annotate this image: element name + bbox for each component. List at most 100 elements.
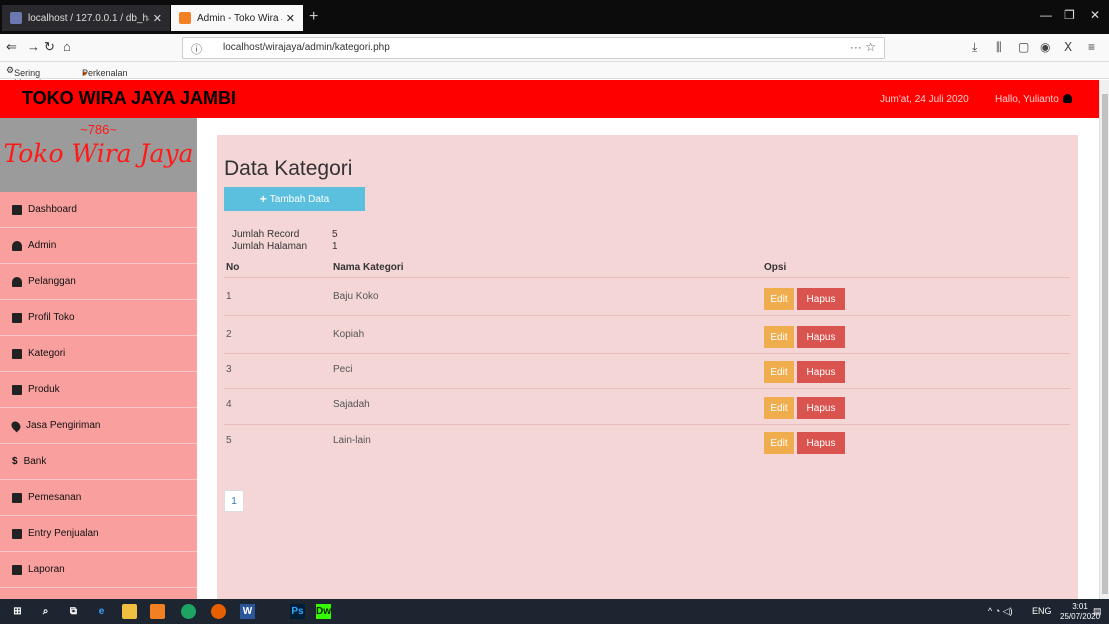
sidebar-item-bank[interactable]: $ Bank (0, 444, 197, 480)
home-icon[interactable]: ⌂ (63, 39, 71, 54)
edit-button[interactable]: Edit (764, 432, 794, 454)
sidebar-item-kategori[interactable]: Kategori (0, 336, 197, 372)
sidebar-item-dashboard[interactable]: Dashboard (0, 192, 197, 228)
sidebar-item-pemesanan[interactable]: Pemesanan (0, 480, 197, 516)
edit-button[interactable]: Edit (764, 361, 794, 383)
download-icon[interactable]: ⤓ (972, 40, 977, 55)
table-divider (224, 388, 1070, 389)
column-header-opsi: Opsi (764, 262, 787, 273)
sidebar-item-label: Profil Toko (28, 312, 75, 323)
sidebar-item-laporan[interactable]: Laporan (0, 552, 197, 588)
task-view-icon[interactable]: ⧉ (66, 604, 81, 619)
dollar-icon: $ (12, 456, 18, 467)
add-data-button[interactable]: + Tambah Data (224, 187, 365, 211)
edit-button[interactable]: Edit (764, 326, 794, 348)
library-icon[interactable]: ⫼ (996, 40, 1002, 55)
window-close-icon[interactable]: ✕ (1090, 8, 1100, 22)
extension-icon[interactable]: Ⅹ (1064, 40, 1072, 54)
users-icon (12, 276, 22, 287)
row-no: 5 (226, 435, 232, 446)
table-divider (224, 277, 1070, 278)
user-icon (12, 240, 22, 251)
minimize-icon[interactable]: — (1040, 8, 1052, 22)
page-scrollbar[interactable] (1099, 80, 1109, 599)
pagination-page[interactable]: 1 (224, 490, 244, 512)
sidebar-item-pelanggan[interactable]: Pelanggan (0, 264, 197, 300)
language-indicator[interactable]: ENG (1032, 606, 1052, 616)
add-data-label: Tambah Data (269, 193, 330, 205)
xampp-favicon-icon (179, 12, 191, 24)
page-actions-icon[interactable]: ··· ☆ (850, 40, 876, 54)
scrollbar-thumb[interactable] (1102, 94, 1108, 594)
sidebar-item-label: Kategori (28, 348, 66, 359)
table-divider (224, 315, 1070, 316)
bookmark-label: Perkenalan (82, 68, 128, 78)
header-user-menu[interactable]: Hallo, Yulianto (995, 94, 1072, 105)
url-text: localhost/wirajaya/admin/kategori.php (223, 42, 390, 53)
edit-button[interactable]: Edit (764, 397, 794, 419)
chrome-icon[interactable] (181, 604, 196, 619)
back-icon[interactable]: ⇐ (6, 39, 17, 55)
windows-start-icon[interactable]: ⊞ (10, 604, 25, 619)
site-brand[interactable]: TOKO WIRA JAYA JAMBI (22, 88, 236, 109)
table-icon (12, 312, 22, 323)
delete-button[interactable]: Hapus (797, 397, 845, 419)
dreamweaver-icon[interactable]: Dw (316, 604, 331, 619)
sidebar-item-entry-penjualan[interactable]: Entry Penjualan (0, 516, 197, 552)
windows-taskbar: ⊞ ⌕ ⧉ e W Ps Dw ^ ◔ ◁) ENG 3:01 25/07/20… (0, 599, 1109, 624)
tab-close-icon[interactable]: ✕ (153, 12, 162, 25)
word-icon[interactable]: W (240, 604, 255, 619)
sidebar-item-label: Dashboard (28, 204, 77, 215)
edge-icon[interactable]: e (94, 604, 109, 619)
briefcase-icon (12, 384, 22, 395)
system-tray-icons[interactable]: ^ ◔ ◁) (988, 606, 1013, 617)
row-category-name: Baju Koko (333, 291, 379, 302)
account-icon[interactable]: ◉ (1040, 40, 1050, 54)
edit-button[interactable]: Edit (764, 288, 794, 310)
bookmark-sering-mampir[interactable]: ⚙ Sering Mampir (6, 65, 44, 88)
url-bar[interactable]: ⓘ localhost/wirajaya/admin/kategori.php … (182, 37, 885, 59)
site-header: TOKO WIRA JAYA JAMBI Jum'at, 24 Juli 202… (0, 80, 1099, 118)
tab-admin[interactable]: Admin - Toko Wira Jaya Jambi ✕ (171, 5, 303, 31)
sidebar-icon[interactable]: ▢ (1018, 40, 1029, 54)
page-title: Data Kategori (224, 157, 353, 180)
site-info-icon[interactable]: ⓘ (191, 41, 202, 57)
delete-button[interactable]: Hapus (797, 288, 845, 310)
menu-icon[interactable]: ≡ (1088, 40, 1095, 54)
record-count-label: Jumlah Record (232, 229, 300, 240)
monitor-icon (12, 204, 22, 215)
sidebar-item-label: Jasa Pengiriman (26, 420, 101, 431)
row-no: 3 (226, 364, 232, 375)
delete-button[interactable]: Hapus (797, 361, 845, 383)
search-icon[interactable]: ⌕ (38, 604, 53, 619)
sidebar-item-jasa-pengiriman[interactable]: Jasa Pengiriman (0, 408, 197, 444)
xampp-icon[interactable] (150, 604, 165, 619)
new-tab-button[interactable]: + (309, 8, 318, 26)
list-icon (12, 348, 22, 359)
sidebar-item-label: Admin (28, 240, 57, 251)
delete-button[interactable]: Hapus (797, 326, 845, 348)
sidebar-item-label: Pemesanan (28, 492, 82, 503)
plus-icon: + (259, 192, 267, 206)
sidebar-item-produk[interactable]: Produk (0, 372, 197, 408)
sidebar-item-label: Pelanggan (28, 276, 76, 287)
map-marker-icon (9, 419, 23, 432)
sidebar-item-profil-toko[interactable]: Profil Toko (0, 300, 197, 336)
forward-icon[interactable]: → (27, 39, 40, 54)
user-icon (1062, 94, 1072, 103)
firefox-icon[interactable] (211, 604, 226, 619)
file-explorer-icon[interactable] (122, 604, 137, 619)
photoshop-icon[interactable]: Ps (290, 604, 305, 619)
tab-close-icon[interactable]: ✕ (286, 12, 295, 25)
notification-icon[interactable]: ▤ (1093, 606, 1102, 617)
store-logo: ~786~ Toko Wira Jaya (0, 118, 197, 192)
restore-icon[interactable]: ❐ (1064, 8, 1075, 22)
bookmarks-bar: ⚙ Sering Mampir ● Perkenalan (0, 62, 1109, 88)
sidebar-item-label: Laporan (28, 564, 65, 575)
user-greeting: Hallo, Yulianto (995, 94, 1059, 105)
reload-icon[interactable]: ↻ (44, 39, 55, 55)
row-category-name: Kopiah (333, 329, 365, 340)
sidebar-item-admin[interactable]: Admin (0, 228, 197, 264)
delete-button[interactable]: Hapus (797, 432, 845, 454)
tab-phpmyadmin[interactable]: localhost / 127.0.0.1 / db_hamb ✕ (2, 5, 170, 31)
